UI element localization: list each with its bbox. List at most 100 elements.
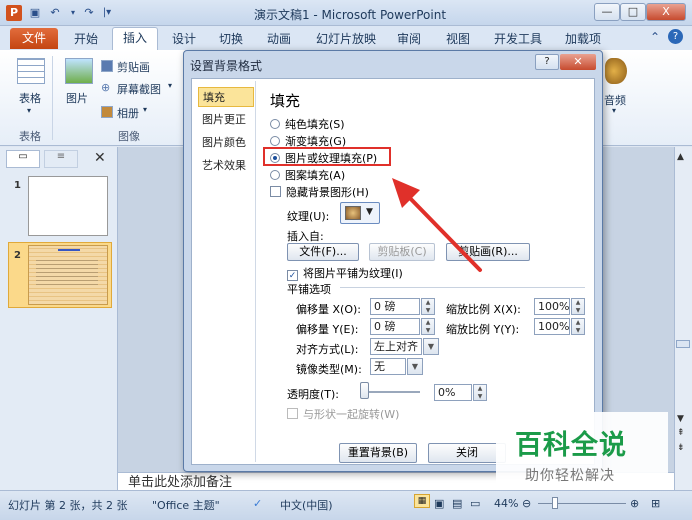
dialog-close-text-button[interactable]: 关闭 <box>428 443 506 463</box>
picture-icon[interactable] <box>65 58 93 84</box>
scale-x-label: 缩放比例 X(X): <box>446 303 521 316</box>
table-icon[interactable] <box>17 58 45 84</box>
tab-file[interactable]: 文件 <box>10 28 58 49</box>
transparency-field[interactable]: 0% <box>434 384 472 401</box>
screenshot-dropdown-icon[interactable]: ▾ <box>168 81 172 90</box>
picture-button-label[interactable]: 图片 <box>66 90 88 106</box>
alignment-select[interactable]: 左上对齐 <box>370 338 422 355</box>
dialog-title: 设置背景格式 <box>190 59 263 73</box>
scroll-down-icon[interactable]: ▼ <box>677 414 684 424</box>
tab-review[interactable]: 审阅 <box>397 30 421 47</box>
tab-view[interactable]: 视图 <box>446 30 470 47</box>
checkbox-checked-icon[interactable]: ✓ <box>287 270 298 281</box>
zoom-out-icon[interactable]: ⊖ <box>522 497 531 510</box>
offset-x-spinner[interactable]: ▲ ▼ <box>421 298 435 315</box>
reset-background-button[interactable]: 重置背景(B) <box>339 443 417 463</box>
spellcheck-icon[interactable]: ✓ <box>253 497 262 510</box>
chevron-down-icon[interactable]: ▼ <box>366 207 373 217</box>
chevron-down-icon[interactable]: ▼ <box>423 338 439 355</box>
tab-slideshow[interactable]: 幻灯片放映 <box>316 30 376 47</box>
offset-y-spinner[interactable]: ▲ ▼ <box>421 318 435 335</box>
audio-dropdown-icon[interactable]: ▾ <box>612 106 616 115</box>
fit-to-window-icon[interactable]: ⊞ <box>651 497 660 510</box>
slideshow-icon[interactable]: ▭ <box>470 497 480 510</box>
scale-y-label: 缩放比例 Y(Y): <box>446 323 520 336</box>
tab-transitions[interactable]: 切换 <box>219 30 243 47</box>
normal-view-icon[interactable]: ▦ <box>414 494 430 508</box>
help-icon[interactable]: ? <box>668 29 683 44</box>
close-pane-icon[interactable]: ✕ <box>94 150 106 166</box>
tab-developer[interactable]: 开发工具 <box>494 30 542 47</box>
watermark-subtitle: 助你轻松解决 <box>525 468 615 484</box>
close-window-button[interactable]: X <box>646 3 686 21</box>
reading-view-icon[interactable]: ▤ <box>452 497 462 510</box>
hide-background-graphics-checkbox[interactable]: 隐藏背景图形(H) <box>270 184 369 200</box>
transparency-slider-track[interactable] <box>360 391 420 393</box>
nav-fill[interactable]: 填充 <box>198 87 254 107</box>
scroll-up-icon[interactable]: ▲ <box>677 152 684 162</box>
undo-icon[interactable]: ↶ <box>48 6 62 20</box>
scale-x-field[interactable]: 100% <box>534 298 570 315</box>
nav-picture-color[interactable]: 图片颜色 <box>198 133 254 153</box>
redo-icon[interactable]: ↷ <box>82 6 96 20</box>
clipart-icon[interactable] <box>101 60 113 72</box>
radio-icon[interactable] <box>270 170 280 180</box>
zoom-in-icon[interactable]: ⊕ <box>630 497 639 510</box>
outline-tab-icon[interactable]: ≡ <box>44 150 78 168</box>
dialog-help-button[interactable]: ? <box>535 54 559 70</box>
tab-insert[interactable]: 插入 <box>112 27 158 51</box>
transparency-slider-thumb[interactable] <box>360 382 369 399</box>
scroll-thumb[interactable] <box>676 340 690 348</box>
ribbon-separator <box>52 56 53 140</box>
slide-number: 1 <box>14 180 21 191</box>
powerpoint-app-icon[interactable]: P <box>6 5 22 21</box>
transparency-spinner[interactable]: ▲ ▼ <box>473 384 487 401</box>
radio-solid-fill[interactable]: 纯色填充(S) <box>270 116 345 132</box>
insert-file-button[interactable]: 文件(F)... <box>287 243 359 261</box>
radio-icon[interactable] <box>270 136 280 146</box>
tab-animations[interactable]: 动画 <box>267 30 291 47</box>
nav-artistic-effects[interactable]: 艺术效果 <box>198 156 254 176</box>
screenshot-icon[interactable]: ⊕ <box>101 81 110 94</box>
scale-x-spinner[interactable]: ▲ ▼ <box>571 298 585 315</box>
checkbox-icon[interactable] <box>270 186 281 197</box>
next-slide-icon[interactable]: ⇟ <box>677 443 685 453</box>
slides-tab-icon[interactable]: ▭ <box>6 150 40 168</box>
zoom-slider-thumb[interactable] <box>552 497 558 509</box>
undo-dropdown-icon[interactable]: ▾ <box>66 6 80 20</box>
audio-icon[interactable] <box>605 58 627 84</box>
tab-design[interactable]: 设计 <box>172 30 196 47</box>
customize-toolbar-icon[interactable]: |▾ <box>100 6 114 20</box>
offset-x-field[interactable]: 0 磅 <box>370 298 420 315</box>
album-icon[interactable] <box>101 106 113 118</box>
previous-slide-icon[interactable]: ⇞ <box>677 428 685 438</box>
scale-y-field[interactable]: 100% <box>534 318 570 335</box>
scale-y-spinner[interactable]: ▲ ▼ <box>571 318 585 335</box>
slide-sorter-icon[interactable]: ▣ <box>434 497 444 510</box>
maximize-button[interactable]: □ <box>620 3 646 21</box>
save-icon[interactable]: ▣ <box>28 6 42 20</box>
clipart-button[interactable]: 剪贴画 <box>117 59 150 75</box>
dialog-close-button[interactable]: ✕ <box>560 54 596 70</box>
offset-y-field[interactable]: 0 磅 <box>370 318 420 335</box>
album-dropdown-icon[interactable]: ▾ <box>143 105 147 114</box>
screenshot-button[interactable]: 屏幕截图 <box>117 81 161 97</box>
zoom-level[interactable]: 44% <box>494 497 518 510</box>
slide-thumbnail-1[interactable] <box>28 176 108 236</box>
radio-icon[interactable] <box>270 119 280 129</box>
tab-addins[interactable]: 加载项 <box>565 30 601 47</box>
nav-picture-corrections[interactable]: 图片更正 <box>198 110 254 130</box>
mirror-type-select[interactable]: 无 <box>370 358 406 375</box>
minimize-button[interactable]: — <box>594 3 620 21</box>
ribbon-collapse-icon[interactable]: ⌃ <box>650 30 660 44</box>
album-button[interactable]: 相册 <box>117 105 139 121</box>
annotation-arrow <box>392 178 482 272</box>
radio-pattern-fill[interactable]: 图案填充(A) <box>270 167 345 183</box>
table-button-label[interactable]: 表格 <box>19 90 41 106</box>
tab-home[interactable]: 开始 <box>74 30 98 47</box>
vertical-scrollbar[interactable] <box>674 147 692 490</box>
language-status[interactable]: 中文(中国) <box>280 497 333 513</box>
table-dropdown-icon[interactable]: ▾ <box>27 106 31 115</box>
chevron-down-icon[interactable]: ▼ <box>407 358 423 375</box>
theme-status[interactable]: "Office 主题" <box>152 497 220 513</box>
